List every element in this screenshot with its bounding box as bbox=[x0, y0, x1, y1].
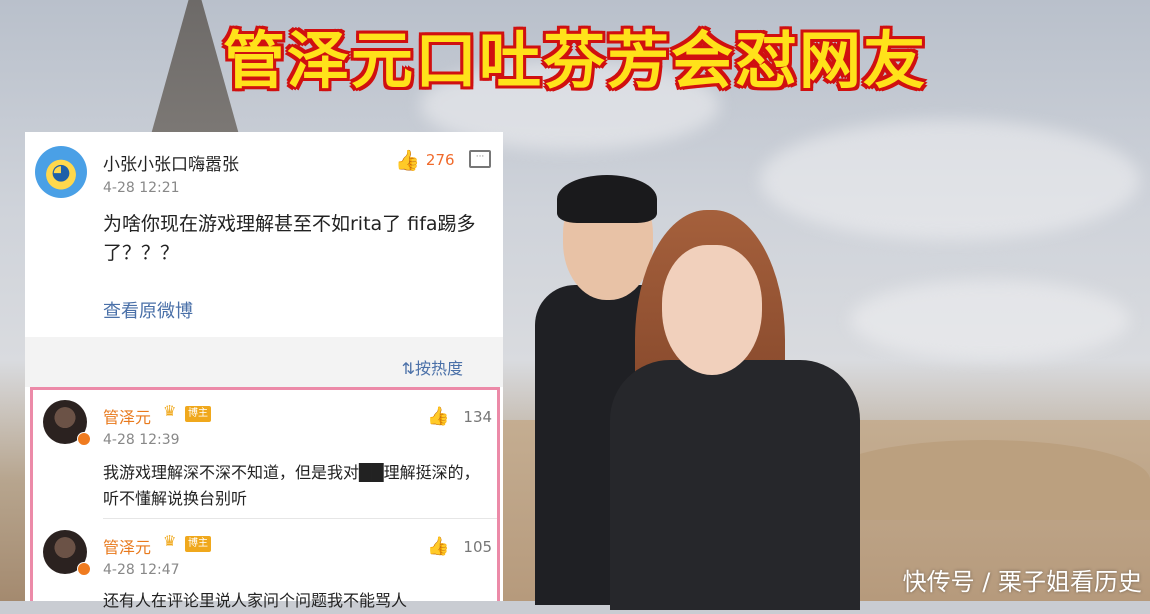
comment-author[interactable]: 小张小张口嗨嚣张 bbox=[103, 150, 239, 175]
reply-time: 4-28 12:47 bbox=[103, 562, 180, 578]
reply-text: 我游戏理解深不深不知道，但是我对██理解挺深的，听不懂解说换台别听 bbox=[103, 463, 480, 508]
divider bbox=[103, 518, 497, 519]
comment-time: 4-28 12:21 bbox=[103, 180, 180, 196]
reply-author[interactable]: 管泽元 bbox=[103, 404, 151, 428]
reply-like-button[interactable]: 👍 105 bbox=[427, 536, 492, 557]
reply-time: 4-28 12:39 bbox=[103, 432, 180, 448]
reply-like-count: 134 bbox=[463, 407, 493, 426]
sort-by-hot-button[interactable]: ⇅按热度 bbox=[402, 355, 463, 379]
view-original-link[interactable]: 查看原微博 bbox=[103, 297, 193, 323]
author-badge: 博主 bbox=[185, 406, 211, 422]
reply-item: 管泽元 ♛ 博主 👍 134 4-28 12:39 我游戏理解深不深不知道，但是… bbox=[33, 390, 497, 510]
reply-item: 管泽元 ♛ 博主 👍 105 4-28 12:47 还有人在评论里说人家问个问题… bbox=[33, 520, 497, 610]
headline-caption: 管泽元口吐芬芳会怼网友 bbox=[222, 24, 927, 97]
like-button[interactable]: 👍 276 bbox=[395, 148, 455, 172]
reply-like-count: 105 bbox=[463, 537, 493, 556]
verified-icon bbox=[77, 562, 91, 576]
comment-text: 为啥你现在游戏理解甚至不如rita了 fifa踢多了？？？ bbox=[103, 213, 476, 264]
weibo-comment-panel: ◕ 小张小张口嗨嚣张 4-28 12:21 👍 276 ··· 为啥你现在游戏理… bbox=[25, 132, 503, 610]
reply-icon[interactable]: ··· bbox=[469, 150, 491, 168]
author-badge: 博主 bbox=[185, 536, 211, 552]
verified-icon bbox=[77, 432, 91, 446]
thumbs-up-icon: 👍 bbox=[427, 536, 450, 557]
reply-text: 还有人在评论里说人家问个问题我不能骂人 bbox=[103, 591, 408, 610]
original-comment: ◕ 小张小张口嗨嚣张 4-28 12:21 👍 276 ··· 为啥你现在游戏理… bbox=[25, 132, 503, 337]
woman-figure bbox=[610, 210, 870, 610]
reply-author[interactable]: 管泽元 bbox=[103, 534, 151, 558]
thumbs-up-icon: 👍 bbox=[427, 406, 450, 427]
like-count: 276 bbox=[425, 151, 455, 169]
highlighted-replies: 管泽元 ♛ 博主 👍 134 4-28 12:39 我游戏理解深不深不知道，但是… bbox=[30, 387, 500, 610]
crown-icon: ♛ bbox=[163, 402, 177, 420]
sort-bar: ⇅按热度 bbox=[25, 337, 503, 387]
crown-icon: ♛ bbox=[163, 532, 177, 550]
sort-icon: ⇅ bbox=[401, 359, 415, 378]
watermark: 快传号 / 栗子姐看历史 bbox=[902, 568, 1142, 596]
thumbs-up-icon: 👍 bbox=[395, 148, 420, 172]
reply-like-button[interactable]: 👍 134 bbox=[427, 406, 492, 427]
user-avatar[interactable]: ◕ bbox=[35, 146, 87, 198]
